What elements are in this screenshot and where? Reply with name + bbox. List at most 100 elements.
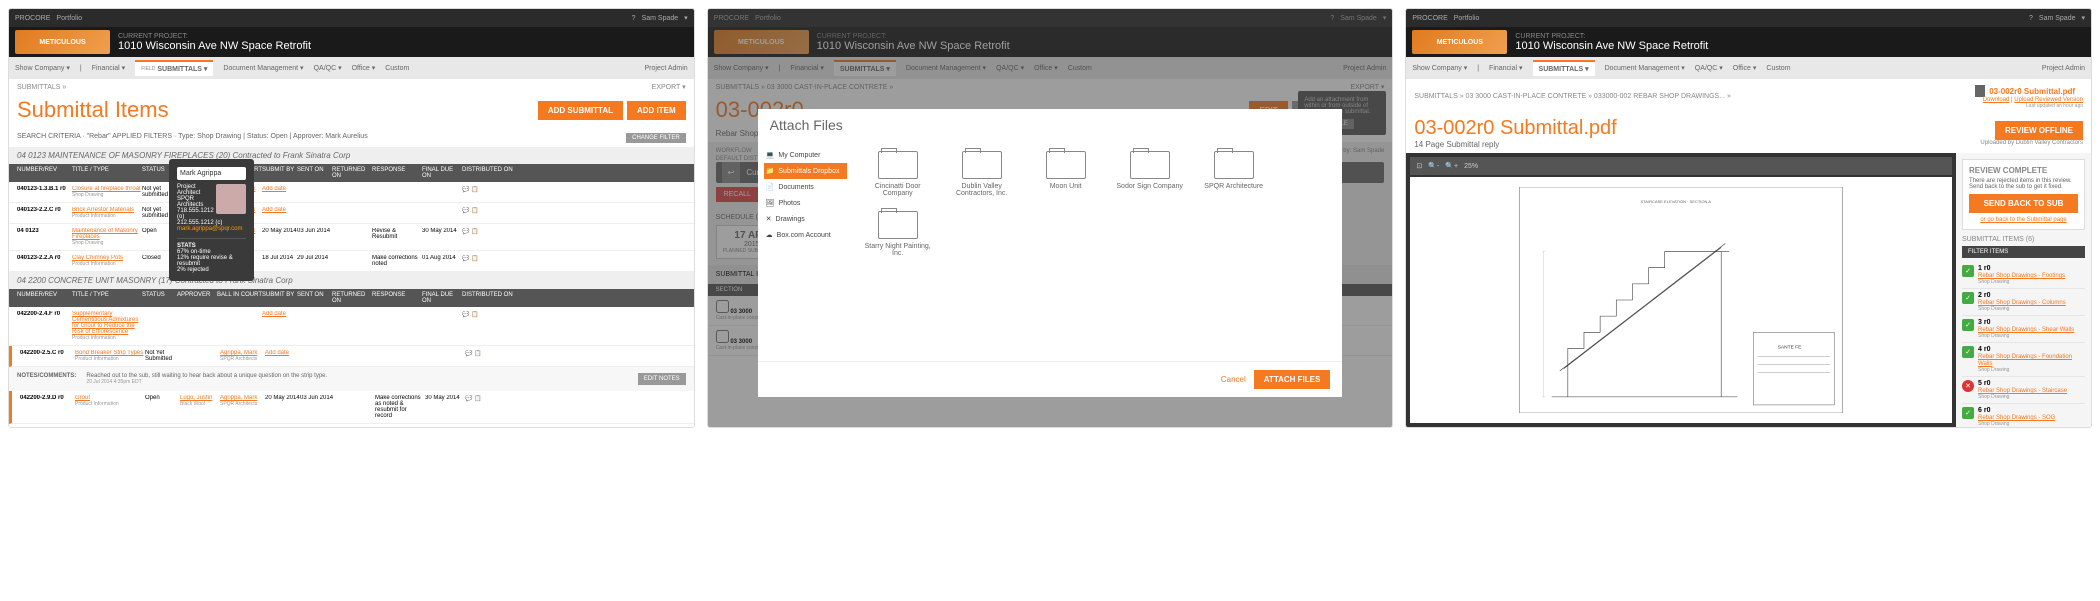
source-icon: ✕ (766, 215, 772, 223)
table-row[interactable]: 04 0123 Maintenance of Masonry Fireplace… (9, 224, 694, 251)
breadcrumb[interactable]: SUBMITTALS » (17, 84, 66, 91)
nav-show-company[interactable]: Show Company ▾ (15, 64, 70, 72)
sidebar-title: SUBMITTAL ITEMS (6) (1962, 236, 2085, 243)
submittal-item[interactable]: ✓ 1 r0Rebar Shop Drawings - FootingsShop… (1962, 262, 2085, 289)
nav-project-admin[interactable]: Project Admin (644, 65, 687, 72)
go-back-link[interactable]: or go back to the Submittal page (1980, 217, 2066, 223)
row-actions[interactable]: 💬 📋 (462, 186, 686, 193)
table-row[interactable]: 040123-1.3.B.1 r0 Closure at fireplace t… (9, 182, 694, 203)
change-filter-button[interactable]: CHANGE FILTER (626, 133, 686, 143)
modal-source-photos[interactable]: 🖼Photos (764, 195, 847, 211)
folder-item[interactable]: Dublin Valley Contractors, Inc. (947, 151, 1017, 197)
folder-item[interactable]: SPQR Architecture (1199, 151, 1269, 197)
submittal-item[interactable]: ✓ 3 r0Rebar Shop Drawings - Shear WallsS… (1962, 316, 2085, 343)
portfolio-link[interactable]: Portfolio (56, 15, 82, 22)
submittal-item[interactable]: ✓ 6 r0Rebar Shop Drawings - SOGShop Draw… (1962, 404, 2085, 427)
review-offline-button[interactable]: REVIEW OFFLINE (1995, 121, 2083, 140)
modal-source-submittals-dropbox[interactable]: 📁Submittals Dropbox (764, 163, 847, 179)
table-row[interactable]: 040123-2.2.C r0 Brick Arrestor Materials… (9, 203, 694, 224)
add-item-button[interactable]: ADD ITEM (627, 101, 686, 120)
source-icon: 📁 (766, 167, 775, 175)
attach-files-button[interactable]: ATTACH FILES (1254, 370, 1331, 389)
fit-icon[interactable]: ⊡ (1416, 162, 1422, 170)
nav-financial[interactable]: Financial ▾ (92, 64, 125, 72)
pdf-title: 03-002r0 Submittal.pdf (1414, 117, 1616, 140)
add-submittal-button[interactable]: ADD SUBMITTAL (538, 101, 623, 120)
pdf-page[interactable]: SANTE FE STAIRCASE ELEVATION · SECTION A (1410, 177, 1952, 423)
user-menu[interactable]: Sam Spade (642, 15, 679, 22)
popup-name: Mark Agrippa (180, 170, 221, 177)
submittal-item[interactable]: ✓ 4 r0Rebar Shop Drawings - Foundation W… (1962, 343, 2085, 377)
nav-office[interactable]: Office ▾ (352, 64, 376, 72)
topbar: PROCORE Portfolio ? Sam Spade ▾ (9, 9, 694, 27)
project-name[interactable]: 1010 Wisconsin Ave NW Space Retrofit (118, 40, 311, 52)
check-icon: ✓ (1962, 265, 1974, 277)
filter-items[interactable]: FILTER ITEMS (1962, 246, 2085, 258)
divider: | (80, 65, 82, 72)
table-header: NUMBER/REV TITLE / TYPE STATUS APPROVER … (9, 164, 694, 182)
source-icon: 📄 (766, 183, 775, 191)
breadcrumb[interactable]: SUBMITTALS » 03 3000 CAST-IN-PLACE CONTR… (1414, 93, 1731, 100)
page-title: Submittal Items (17, 97, 169, 123)
zoom-in-icon[interactable]: 🔍+ (1445, 162, 1458, 170)
export-button[interactable]: EXPORT ▾ (652, 83, 686, 91)
attach-files-modal: Attach Files 💻My Computer📁Submittals Dro… (758, 109, 1343, 397)
panel-submittal-items: PROCORE Portfolio ? Sam Spade ▾ METICULOUS … (8, 8, 695, 428)
chevron-down-icon[interactable]: ▾ (684, 14, 688, 22)
current-project-label: CURRENT PROJECT: (118, 33, 311, 40)
svg-text:STAIRCASE ELEVATION · SECTION: STAIRCASE ELEVATION · SECTION A (1641, 199, 1712, 204)
nav-submittals[interactable]: FIELD SUBMITTALS ▾ (135, 60, 213, 76)
folder-icon (878, 151, 918, 179)
folder-item[interactable]: Sodor Sign Company (1115, 151, 1185, 197)
row-actions[interactable]: 💬 📋 (462, 207, 686, 214)
header: METICULOUS CURRENT PROJECT: 1010 Wiscons… (9, 27, 694, 57)
folder-icon (878, 211, 918, 239)
folder-icon (962, 151, 1002, 179)
send-back-button[interactable]: SEND BACK TO SUB (1969, 194, 2078, 213)
zoom-out-icon[interactable]: 🔍- (1428, 162, 1439, 170)
row-actions[interactable]: 💬 📋 (462, 228, 686, 235)
svg-text:SANTE FE: SANTE FE (1778, 344, 1802, 350)
modal-title: Attach Files (758, 109, 1343, 141)
table-row[interactable]: 040123-2.2.A r0 Clay Chimney PotsProduct… (9, 251, 694, 272)
folder-item[interactable]: Starry Night Painting, Inc. (863, 211, 933, 257)
help-icon[interactable]: ? (632, 15, 636, 22)
submittal-item[interactable]: ✕ 5 r0Rebar Shop Drawings - StaircaseSho… (1962, 377, 2085, 404)
table-row[interactable]: 042200-2.9.D r0 GroutProduct Information… (9, 391, 694, 424)
contact-popup: Mark Agrippa Project Architect SPQR Arch… (169, 159, 254, 281)
submittal-item[interactable]: ✓ 2 r0Rebar Shop Drawings - ColumnsShop … (1962, 289, 2085, 316)
folder-item[interactable]: Moon Unit (1031, 151, 1101, 197)
check-icon: ✓ (1962, 407, 1974, 419)
row-actions[interactable]: 💬 📋 (462, 311, 686, 318)
panel-attach-files: PROCOREPortfolio?Sam Spade▾ METICULOUSCU… (707, 8, 1394, 428)
file-label: 03-002r0 Submittal.pdf (1989, 87, 2075, 96)
modal-source-box-com-account[interactable]: ☁Box.com Account (764, 227, 847, 243)
modal-source-drawings[interactable]: ✕Drawings (764, 211, 847, 227)
modal-source-documents[interactable]: 📄Documents (764, 179, 847, 195)
row-actions[interactable]: 💬 📋 (462, 255, 686, 262)
avatar (216, 184, 246, 214)
nav-doc-mgmt[interactable]: Document Management ▾ (223, 64, 303, 72)
nav-custom[interactable]: Custom (385, 65, 409, 72)
source-icon: 🖼 (766, 199, 775, 207)
comment-icon[interactable]: 💬 📋 (465, 395, 686, 402)
edit-notes-button[interactable]: EDIT NOTES (638, 373, 686, 385)
popup-email[interactable]: mark.agrippa@spqr.com (177, 226, 246, 232)
uploaded-by: Uploaded by Dublin Valley Contractors (1980, 140, 2083, 146)
source-icon: 💻 (766, 151, 775, 159)
table-header-2: NUMBER/REV TITLE / TYPE STATUS APPROVER … (9, 289, 694, 307)
cancel-link[interactable]: Cancel (1221, 375, 1246, 384)
modal-source-my-computer[interactable]: 💻My Computer (764, 147, 847, 163)
section-header-2: 04 2200 CONCRETE UNIT MASONRY (17) Contr… (9, 272, 694, 289)
zoom-level: 25% (1464, 163, 1478, 170)
folder-item[interactable]: Cincinatti Door Company (863, 151, 933, 197)
table-row[interactable]: 042200-2.5.C r0 Bond Breaker Strip Types… (9, 346, 694, 367)
table-row[interactable]: 042200-2.4.F r0 Supplementary Cementitio… (9, 307, 694, 346)
nav-qaqc[interactable]: QA/QC ▾ (314, 64, 342, 72)
folder-icon (1130, 151, 1170, 179)
download-link[interactable]: Download (1983, 97, 2010, 103)
folder-icon (1046, 151, 1086, 179)
folder-icon (1214, 151, 1254, 179)
brand: PROCORE (15, 15, 50, 22)
row-actions[interactable]: 💬 📋 (465, 350, 686, 357)
